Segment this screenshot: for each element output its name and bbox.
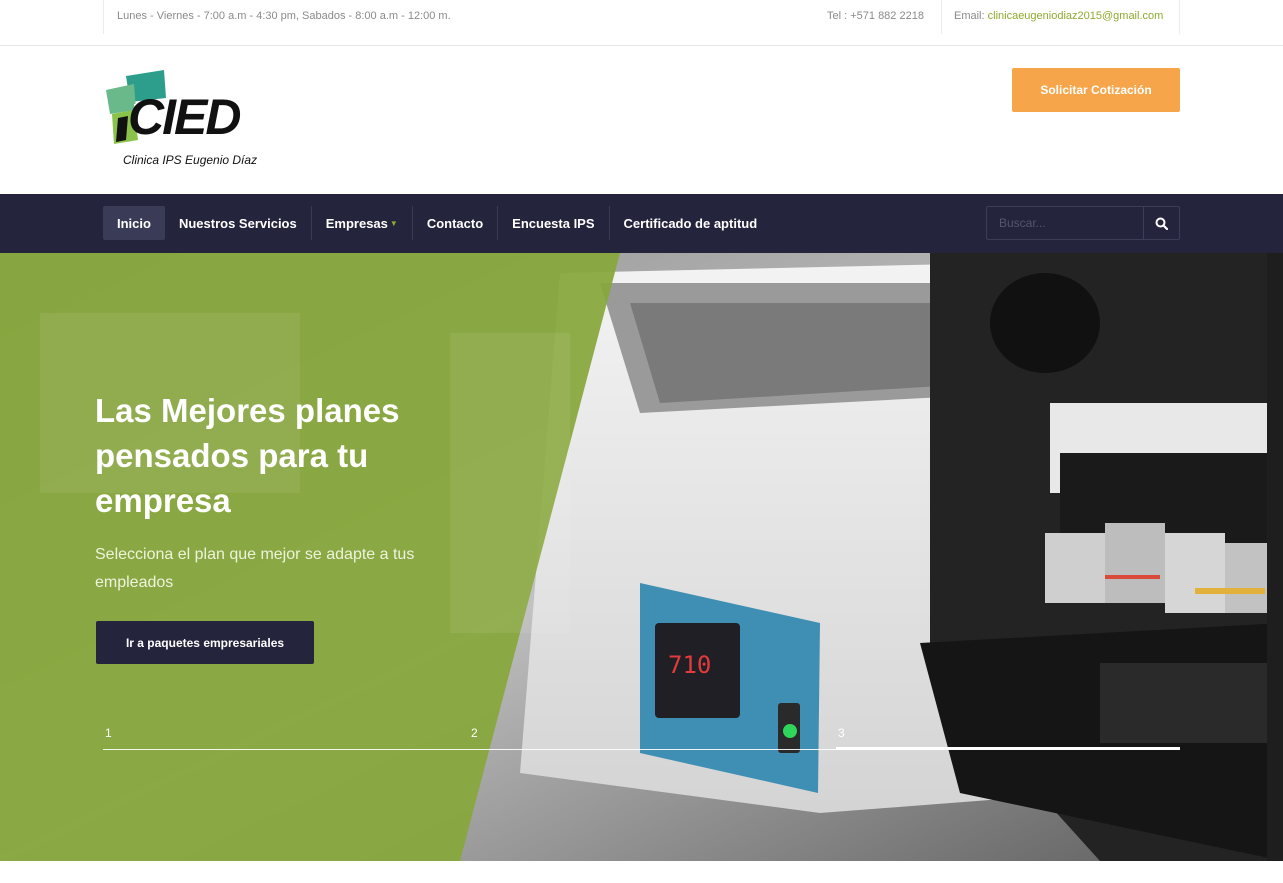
top-info-bar: Lunes - Viernes - 7:00 a.m - 4:30 pm, Sa… <box>0 0 1283 46</box>
opening-hours: Lunes - Viernes - 7:00 a.m - 4:30 pm, Sa… <box>103 0 451 34</box>
nav-menu: Inicio Nuestros Servicios Empresas ▼ Cont… <box>103 206 771 240</box>
site-header: CIED Clinica IPS Eugenio Díaz Solicitar … <box>0 46 1283 194</box>
nav-item-label: Empresas <box>325 215 388 231</box>
nav-item-contacto[interactable]: Contacto <box>413 206 499 240</box>
search-icon <box>1155 217 1168 230</box>
slide-pagination: 1 2 3 <box>103 718 1180 750</box>
slide-tab-2[interactable]: 2 <box>469 718 836 750</box>
hero-slider: 710 Las Mejores planes pensados para tu … <box>0 253 1283 861</box>
slide-tab-3[interactable]: 3 <box>836 718 1180 750</box>
logo-tagline: Clinica IPS Eugenio Díaz <box>123 153 258 167</box>
nav-item-inicio[interactable]: Inicio <box>103 206 165 240</box>
slide-number: 3 <box>838 726 845 740</box>
search-box <box>986 206 1180 240</box>
hero-subtitle: Selecciona el plan que mejor se adapte a… <box>95 546 415 591</box>
phone-number: Tel : +571 882 2218 <box>827 10 924 22</box>
nav-item-certificado-de-aptitud[interactable]: Certificado de aptitud <box>610 206 772 240</box>
slide-number: 2 <box>471 726 478 740</box>
nav-item-encuesta-ips[interactable]: Encuesta IPS <box>498 206 610 240</box>
search-input[interactable] <box>987 207 1144 239</box>
request-quote-button[interactable]: Solicitar Cotización <box>1012 68 1180 112</box>
hero-title: Las Mejores planes pensados para tu empr… <box>95 392 400 519</box>
email-link[interactable]: clinicaeugeniodiaz2015@gmail.com <box>988 10 1164 22</box>
search-button[interactable] <box>1143 207 1179 239</box>
email-label: Email: <box>954 10 985 22</box>
logo-text: CIED <box>128 89 241 145</box>
business-packages-button[interactable]: Ir a paquetes empresariales <box>96 621 314 664</box>
main-navigation: Inicio Nuestros Servicios Empresas ▼ Cont… <box>0 194 1283 253</box>
nav-item-label: Contacto <box>426 215 484 231</box>
logo[interactable]: CIED Clinica IPS Eugenio Díaz <box>104 70 274 170</box>
hero-edge <box>1267 253 1283 861</box>
nav-item-empresas[interactable]: Empresas ▼ <box>312 206 413 240</box>
nav-item-label: Nuestros Servicios <box>178 215 297 231</box>
nav-item-label: Encuesta IPS <box>512 215 595 231</box>
nav-item-label: Certificado de aptitud <box>623 215 758 231</box>
dropdown-caret-icon: ▼ <box>389 218 398 228</box>
email-info: Email: clinicaeugeniodiaz2015@gmail.com <box>941 0 1180 34</box>
slide-tab-1[interactable]: 1 <box>103 718 469 750</box>
nav-item-nuestros-servicios[interactable]: Nuestros Servicios <box>165 206 312 240</box>
nav-item-label: Inicio <box>117 215 151 231</box>
slide-number: 1 <box>105 726 112 740</box>
